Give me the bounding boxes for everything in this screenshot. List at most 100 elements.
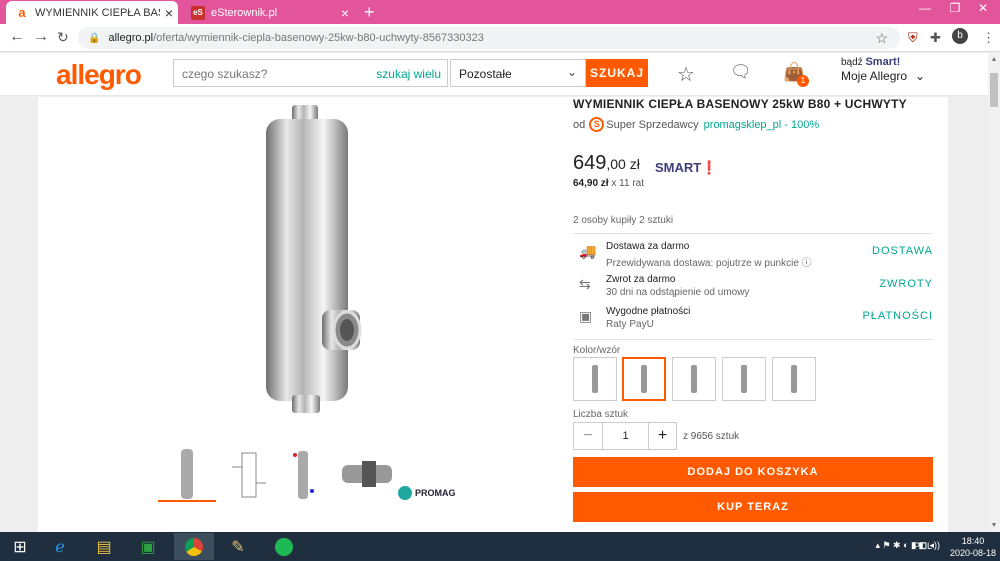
- tab-title: WYMIENNIK CIEPŁA BASENOWY: [35, 6, 160, 19]
- active-thumb-indicator: [158, 500, 216, 502]
- reload-icon[interactable]: ↻: [57, 29, 69, 46]
- tab-allegro[interactable]: a WYMIENNIK CIEPŁA BASENOWY ×: [6, 1, 178, 24]
- quantity-input[interactable]: 1: [602, 423, 648, 449]
- variant-image: [691, 365, 697, 393]
- thumbnail-1[interactable]: [178, 447, 196, 503]
- scroll-up-icon[interactable]: ▲: [988, 56, 1000, 63]
- clock[interactable]: 18:40 2020-08-18: [946, 535, 1000, 559]
- internet-explorer-icon[interactable]: ℯ: [40, 533, 80, 560]
- allegro-logo[interactable]: allegro: [56, 59, 142, 91]
- restore-icon[interactable]: ❐: [940, 1, 970, 15]
- language-indicator[interactable]: POL: [914, 541, 932, 551]
- clock-time: 18:40: [961, 536, 985, 546]
- file-explorer-icon[interactable]: ▤: [84, 533, 124, 560]
- quantity-stepper: − 1 +: [573, 422, 677, 450]
- divider: [573, 233, 933, 234]
- close-window-icon[interactable]: ✕: [968, 1, 998, 15]
- variant-image: [641, 365, 647, 393]
- quantity-minus-button[interactable]: −: [574, 423, 602, 449]
- close-tab-icon[interactable]: ×: [336, 5, 354, 21]
- store-icon[interactable]: ▣: [128, 533, 168, 560]
- menu-kebab-icon[interactable]: ⋮: [982, 30, 995, 46]
- variant-swatch[interactable]: [672, 357, 716, 401]
- variant-swatch-selected[interactable]: [622, 357, 666, 401]
- forward-icon[interactable]: →: [33, 28, 49, 46]
- spotify-icon[interactable]: [264, 533, 304, 560]
- returns-sub: 30 dni na odstąpienie od umowy: [606, 287, 750, 298]
- delivery-truck-icon: 🚚: [579, 243, 597, 259]
- smart-promo[interactable]: bądź Smart!: [841, 56, 900, 68]
- search-placeholder: czego szukasz?: [182, 67, 268, 81]
- seller-name-link[interactable]: promagsklep_pl - 100%: [704, 119, 820, 131]
- variant-image: [791, 365, 797, 393]
- installment-rest: x 11 rat: [611, 178, 644, 189]
- url-path: /oferta/wymiennik-ciepla-basenowy-25kw-b…: [153, 32, 484, 44]
- add-to-cart-button[interactable]: DODAJ DO KOSZYKA: [573, 457, 933, 487]
- bookmark-star-icon[interactable]: ☆: [875, 30, 888, 47]
- allegro-favicon-icon: a: [18, 5, 26, 20]
- search-input[interactable]: czego szukasz? szukaj wielu: [173, 59, 448, 87]
- product-page: PROMAG WYMIENNIK CIEPŁA BASENOWY 25kW B8…: [38, 97, 948, 532]
- close-tab-icon[interactable]: ×: [160, 5, 178, 21]
- variant-swatch[interactable]: [573, 357, 617, 401]
- thumbnail-5-brand[interactable]: PROMAG: [398, 465, 460, 521]
- category-select[interactable]: Pozostałe ⌄: [450, 59, 586, 87]
- payments-title: Wygodne płatności: [606, 306, 691, 317]
- my-allegro-menu[interactable]: Moje Allegro ⌄: [841, 69, 925, 83]
- variant-swatch[interactable]: [722, 357, 766, 401]
- profile-avatar[interactable]: b: [952, 28, 968, 44]
- delivery-link[interactable]: DOSTAWA: [872, 245, 933, 257]
- smart-badge: SMART❗: [655, 160, 717, 176]
- variant-swatch[interactable]: [772, 357, 816, 401]
- chrome-icon[interactable]: [174, 533, 214, 560]
- product-main-image[interactable]: [256, 105, 416, 415]
- scroll-thumb[interactable]: [990, 73, 998, 107]
- tab-title: eSterownik.pl: [211, 6, 278, 19]
- clock-date: 2020-08-18: [949, 548, 997, 558]
- buy-now-button[interactable]: KUP TERAZ: [573, 492, 933, 522]
- my-allegro-label: Moje Allegro: [841, 69, 908, 83]
- watchlist-star-icon[interactable]: ☆: [677, 62, 695, 87]
- extension-shield-icon[interactable]: ⛨: [908, 30, 918, 46]
- delivery-title: Dostawa za darmo: [606, 241, 690, 252]
- installment-info: 64,90 zł x 11 rat: [573, 178, 644, 189]
- installment-amount: 64,90 zł: [573, 178, 609, 189]
- start-windows-icon[interactable]: ⊞: [0, 533, 40, 560]
- thumbnail-3-diagram[interactable]: [288, 447, 318, 503]
- payment-icon: ▣: [579, 308, 593, 324]
- delivery-sub: Przewidywana dostawa: pojutrze w punkcie…: [606, 258, 812, 269]
- quantity-label: Liczba sztuk: [573, 409, 629, 420]
- messages-icon[interactable]: 🗨: [730, 62, 752, 82]
- returns-link[interactable]: ZWROTY: [879, 278, 933, 290]
- back-icon[interactable]: ←: [9, 28, 25, 46]
- chevron-down-icon: ⌄: [915, 69, 926, 83]
- browser-toolbar: ← → ↻ 🔒 allegro.pl/oferta/wymiennik-ciep…: [0, 24, 1000, 52]
- variant-image: [741, 365, 747, 393]
- search-many-link[interactable]: szukaj wielu: [376, 67, 441, 81]
- quantity-plus-button[interactable]: +: [648, 423, 676, 449]
- scroll-down-icon[interactable]: ▼: [988, 522, 1000, 529]
- esterownik-favicon-icon: eS: [191, 5, 205, 20]
- browser-tab-strip: a WYMIENNIK CIEPŁA BASENOWY × eS eSterow…: [0, 0, 1000, 24]
- thumbnail-2-drawing[interactable]: [228, 447, 268, 503]
- payments-link[interactable]: PŁATNOŚCI: [862, 310, 933, 322]
- chevron-down-icon: ⌄: [566, 65, 577, 79]
- minimize-icon[interactable]: —: [910, 1, 940, 15]
- new-tab-button[interactable]: +: [364, 2, 375, 23]
- tab-esterownik[interactable]: eS eSterownik.pl ×: [182, 1, 354, 24]
- smart-word: Smart!: [865, 56, 901, 68]
- page-scrollbar[interactable]: ▲ ▼: [988, 53, 1000, 532]
- app-pencil-icon[interactable]: ✎: [218, 533, 258, 560]
- quantity-available: z 9656 sztuk: [683, 431, 740, 442]
- returns-info: ⇆ Zwrot za darmo 30 dni na odstąpienie o…: [573, 274, 933, 304]
- product-title: WYMIENNIK CIEPŁA BASENOWY 25kW B80 + UCH…: [573, 97, 907, 111]
- seller-prefix: od: [573, 118, 586, 131]
- search-button[interactable]: SZUKAJ: [586, 59, 648, 87]
- address-bar[interactable]: 🔒 allegro.pl/oferta/wymiennik-ciepla-bas…: [78, 27, 900, 49]
- super-seller-icon: S: [589, 117, 605, 132]
- thumbnail-4-photo[interactable]: [338, 447, 396, 503]
- delivery-info: 🚚 Dostawa za darmo Przewidywana dostawa:…: [573, 241, 933, 271]
- price-main: 649: [573, 152, 607, 174]
- url-domain: allegro.pl: [108, 32, 154, 44]
- extensions-puzzle-icon[interactable]: ✚: [930, 30, 941, 46]
